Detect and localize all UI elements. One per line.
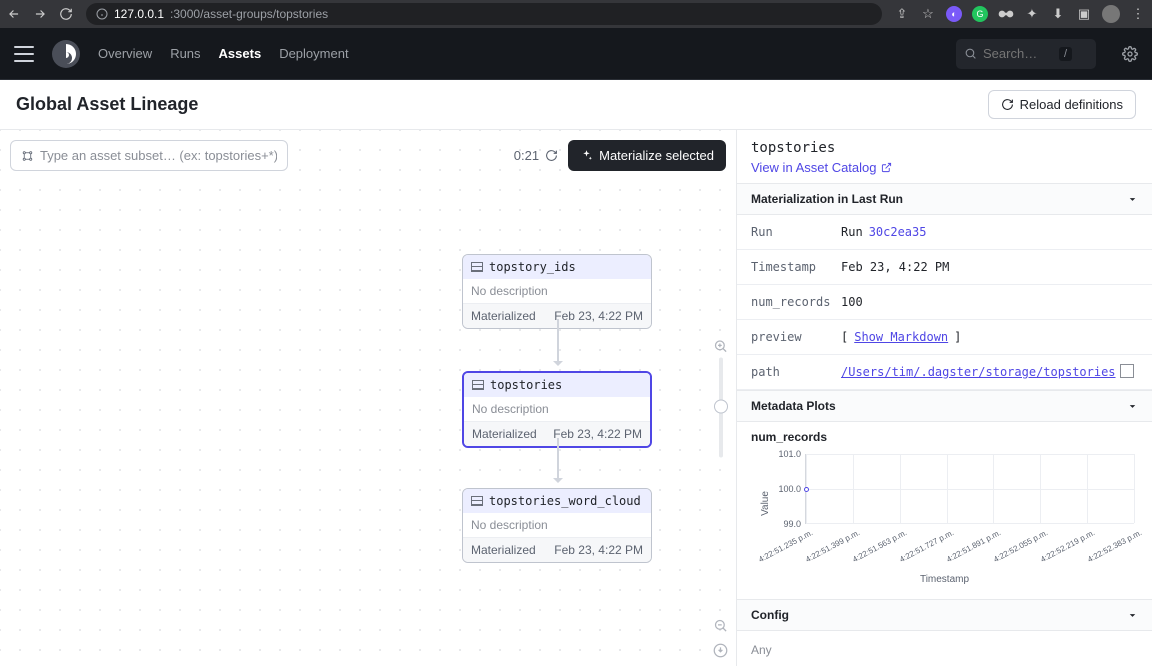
external-link-icon: [881, 162, 892, 173]
zoom-slider-thumb[interactable]: [714, 400, 728, 414]
url-host: 127.0.0.1: [114, 7, 164, 21]
zoom-out-button[interactable]: [713, 618, 728, 633]
export-button[interactable]: [713, 643, 728, 658]
copy-path-button[interactable]: [1122, 366, 1134, 378]
asset-node-topstories_word_cloud[interactable]: topstories_word_cloud No descriptionMater…: [462, 488, 652, 563]
chart-point: [804, 487, 809, 492]
refresh-timer-icon[interactable]: [545, 149, 558, 162]
site-info-icon: [96, 8, 108, 20]
table-icon: [472, 380, 484, 390]
config-value: Any: [737, 631, 1152, 666]
node-description: No description: [463, 279, 651, 303]
search-shortcut: /: [1059, 47, 1072, 61]
kv-path: path /Users/tim/.dagster/storage/topstor…: [737, 355, 1152, 390]
nav-deployment[interactable]: Deployment: [279, 46, 348, 61]
browser-back-button[interactable]: [6, 6, 22, 22]
search-icon: [964, 47, 977, 60]
menu-button[interactable]: [14, 46, 34, 62]
node-header: topstory_ids: [463, 255, 651, 279]
chart-ylabel: Value: [760, 491, 771, 516]
asset-node-topstory_ids[interactable]: topstory_idsNo descriptionMaterializedFe…: [462, 254, 652, 329]
settings-gear-icon[interactable]: [1122, 46, 1138, 62]
page-title: Global Asset Lineage: [16, 94, 198, 115]
app-logo[interactable]: [52, 40, 80, 68]
asset-filter[interactable]: [10, 140, 288, 171]
run-id-link[interactable]: 30c2ea35: [869, 225, 927, 239]
kv-preview: preview [Show Markdown]: [737, 320, 1152, 355]
show-markdown-link[interactable]: Show Markdown: [854, 330, 948, 344]
browser-menu-icon[interactable]: ⋮: [1130, 6, 1146, 22]
asset-details-sidebar: topstories View in Asset Catalog Materia…: [737, 130, 1152, 666]
extension-green-icon[interactable]: G: [972, 6, 988, 22]
refresh-timer: 0:21: [514, 148, 558, 163]
browser-url-bar[interactable]: 127.0.0.1 :3000/asset-groups/topstories: [86, 3, 882, 25]
kv-timestamp: Timestamp Feb 23, 4:22 PM: [737, 250, 1152, 285]
node-description: No description: [464, 397, 650, 421]
chevron-down-icon: [1127, 401, 1138, 412]
chevron-down-icon: [1127, 610, 1138, 621]
page-subheader: Global Asset Lineage Reload definitions: [0, 80, 1152, 130]
extensions-puzzle-icon[interactable]: ✦: [1024, 6, 1040, 22]
share-icon[interactable]: ⇪: [894, 6, 910, 22]
chart-ytick: 99.0: [773, 519, 801, 529]
node-description: No description: [463, 513, 651, 537]
table-icon: [471, 262, 483, 272]
node-name: topstories_word_cloud: [489, 494, 641, 508]
zoom-in-button[interactable]: [713, 339, 728, 354]
reload-icon: [1001, 98, 1014, 111]
sparkle-icon: [580, 149, 593, 162]
node-header: topstories_word_cloud: [463, 489, 651, 513]
node-footer: MaterializedFeb 23, 4:22 PM: [463, 537, 651, 562]
view-in-catalog-link[interactable]: View in Asset Catalog: [751, 160, 892, 175]
kv-run: Run Run 30c2ea35: [737, 215, 1152, 250]
node-name: topstories: [490, 378, 562, 392]
lineage-edge: [557, 438, 559, 482]
nav-runs[interactable]: Runs: [170, 46, 200, 61]
search-box[interactable]: /: [956, 39, 1096, 69]
section-materialization[interactable]: Materialization in Last Run: [737, 183, 1152, 215]
profile-avatar[interactable]: [1102, 5, 1120, 23]
filter-icon: [21, 149, 34, 163]
nav-overview[interactable]: Overview: [98, 46, 152, 61]
chart-title: num_records: [751, 430, 1138, 444]
browser-chrome: 127.0.0.1 :3000/asset-groups/topstories ⇪…: [0, 0, 1152, 28]
extension-purple-icon[interactable]: ◐: [946, 6, 962, 22]
materialize-selected-button[interactable]: Materialize selected: [568, 140, 726, 171]
sidebar-asset-name: topstories: [751, 140, 1138, 156]
section-metadata-plots[interactable]: Metadata Plots: [737, 390, 1152, 422]
chevron-down-icon: [1127, 194, 1138, 205]
path-link[interactable]: /Users/tim/.dagster/storage/topstories: [841, 365, 1116, 379]
metadata-chart: num_records Value 99.0100.0101.0 4:22:51…: [737, 422, 1152, 599]
url-path: :3000/asset-groups/topstories: [170, 7, 328, 21]
reload-definitions-button[interactable]: Reload definitions: [988, 90, 1136, 119]
section-config[interactable]: Config: [737, 599, 1152, 631]
download-icon[interactable]: ⬇: [1050, 6, 1066, 22]
lineage-edge: [557, 319, 559, 365]
browser-forward-button[interactable]: [32, 6, 48, 22]
app-header: Overview Runs Assets Deployment /: [0, 28, 1152, 80]
node-name: topstory_ids: [489, 260, 576, 274]
browser-reload-button[interactable]: [58, 6, 74, 22]
nav-assets[interactable]: Assets: [219, 46, 262, 61]
asset-node-topstories[interactable]: topstoriesNo descriptionMaterializedFeb …: [462, 371, 652, 448]
zoom-slider-track[interactable]: [719, 358, 723, 458]
chart-xlabel: Timestamp: [751, 574, 1138, 585]
chart-ytick: 101.0: [773, 449, 801, 459]
bookmark-icon[interactable]: ☆: [920, 6, 936, 22]
search-input[interactable]: [983, 46, 1053, 61]
node-header: topstories: [464, 373, 650, 397]
extension-link-icon[interactable]: [998, 6, 1014, 22]
panel-icon[interactable]: ▣: [1076, 6, 1092, 22]
asset-filter-input[interactable]: [40, 148, 277, 163]
chart-ytick: 100.0: [773, 484, 801, 494]
kv-num-records: num_records 100: [737, 285, 1152, 320]
table-icon: [471, 496, 483, 506]
lineage-canvas[interactable]: 0:21 Materialize selected topstory_ids No…: [0, 130, 737, 666]
